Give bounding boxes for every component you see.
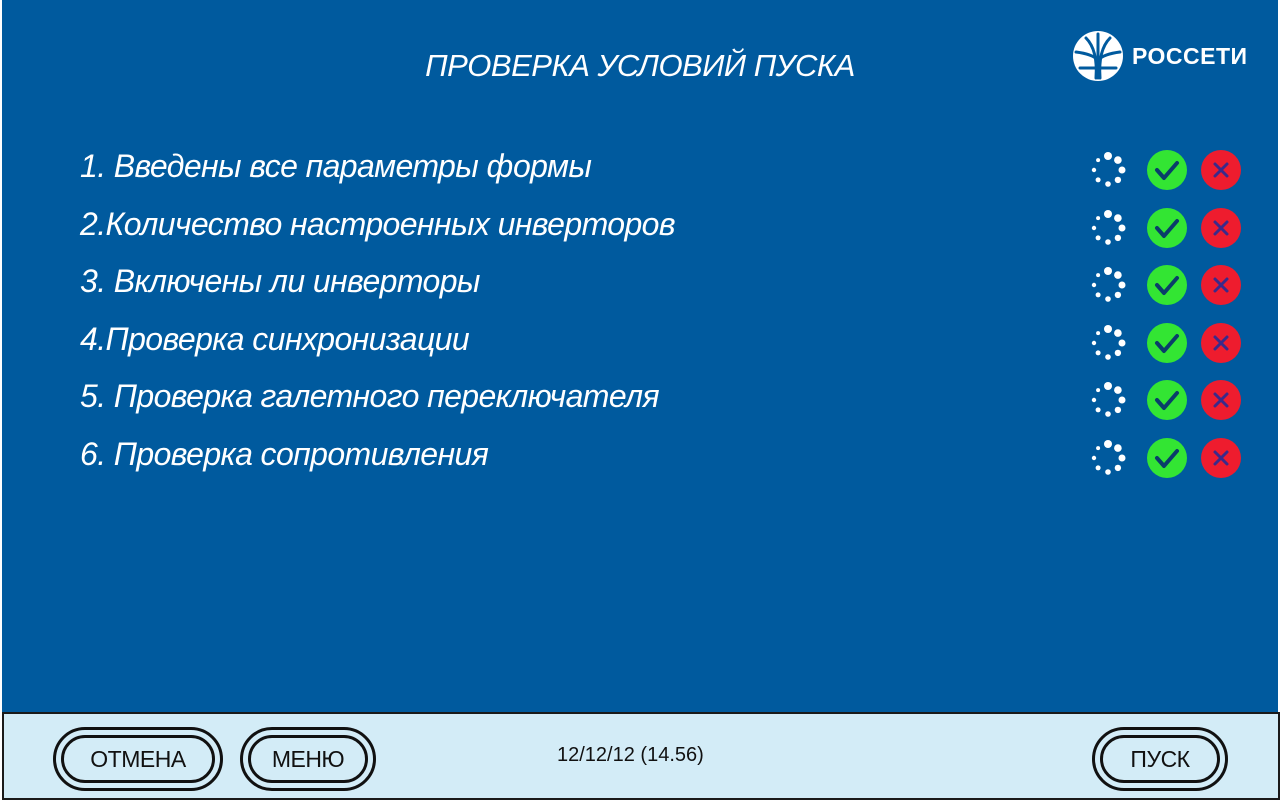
condition-row: 3. Включены ли инверторы [0, 255, 1280, 313]
condition-row: 5. Проверка галетного переключателя [0, 370, 1280, 428]
check-circle-icon [1147, 322, 1187, 363]
condition-row: 2.Количество настроенных инверторов [0, 198, 1280, 256]
condition-status [1088, 378, 1248, 422]
condition-status [1088, 321, 1248, 365]
bottom-bar: ОТМЕНА МЕНЮ 12/12/12 (14.56) ПУСК [2, 712, 1280, 800]
condition-label: 4.Проверка синхронизации [80, 320, 470, 357]
x-circle-icon [1201, 150, 1241, 190]
x-circle-icon [1201, 437, 1241, 478]
check-circle-icon [1147, 207, 1187, 248]
x-circle-icon [1201, 322, 1241, 363]
condition-label: 3. Включены ли инверторы [80, 263, 480, 299]
conditions-list: 1. Введены все параметры формы 2.Количест… [0, 140, 1280, 485]
x-circle-icon [1201, 265, 1241, 305]
condition-row: 1. Введены все параметры формы [0, 140, 1280, 198]
loading-spinner-icon [1091, 209, 1126, 245]
menu-button[interactable]: МЕНЮ [240, 727, 376, 791]
check-circle-icon [1147, 150, 1187, 190]
loading-spinner-icon [1091, 382, 1126, 417]
condition-label: 5. Проверка галетного переключателя [80, 378, 660, 414]
x-circle-icon [1201, 380, 1241, 420]
condition-label: 2.Количество настроенных инверторов [80, 205, 676, 242]
condition-row: 6. Проверка сопротивления [0, 428, 1280, 486]
rosseti-logo-icon [1073, 31, 1123, 81]
condition-status [1088, 436, 1248, 480]
loading-spinner-icon [1091, 324, 1126, 360]
check-circle-icon [1147, 265, 1187, 305]
rosseti-logo: РОССЕТИ [1072, 30, 1248, 82]
condition-status [1088, 263, 1248, 307]
check-circle-icon [1147, 380, 1187, 420]
loading-spinner-icon [1091, 152, 1126, 187]
condition-row: 4.Проверка синхронизации [0, 313, 1280, 371]
start-button-label: ПУСК [1130, 745, 1190, 772]
condition-status [1088, 206, 1248, 250]
loading-spinner-icon [1091, 267, 1126, 302]
cancel-button-label: ОТМЕНА [90, 745, 186, 772]
start-button[interactable]: ПУСК [1092, 727, 1228, 791]
condition-label: 1. Введены все параметры формы [80, 148, 592, 184]
condition-status [1088, 148, 1248, 192]
logo-text: РОССЕТИ [1132, 42, 1248, 69]
check-circle-icon [1147, 437, 1187, 478]
condition-label: 6. Проверка сопротивления [80, 435, 489, 472]
x-circle-icon [1201, 207, 1241, 248]
loading-spinner-icon [1091, 439, 1126, 475]
cancel-button[interactable]: ОТМЕНА [53, 727, 223, 791]
datetime-text: 12/12/12 (14.56) [557, 744, 704, 766]
menu-button-label: МЕНЮ [271, 745, 345, 772]
